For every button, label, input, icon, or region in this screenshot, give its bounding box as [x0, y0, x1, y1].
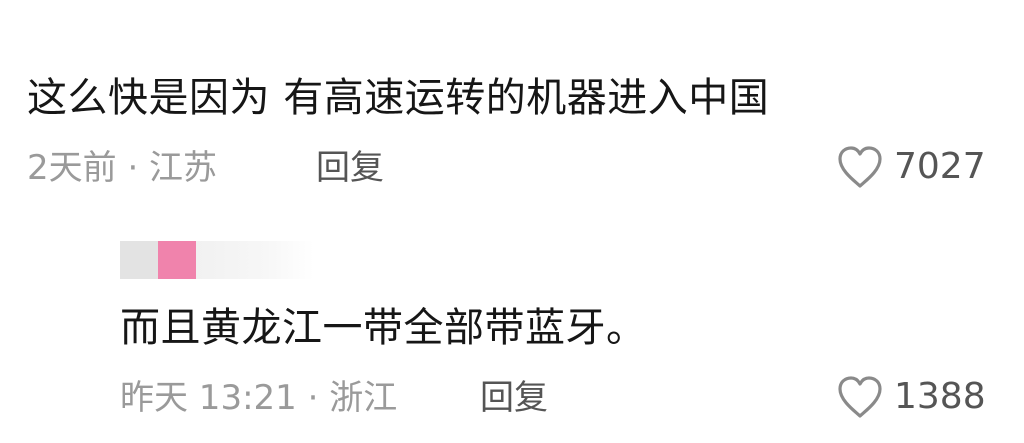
- like-button[interactable]: 7027: [836, 143, 986, 191]
- like-button[interactable]: 1388: [836, 373, 986, 421]
- avatar[interactable]: [120, 241, 158, 279]
- reply-button[interactable]: 回复: [316, 148, 384, 188]
- avatar-accent: [158, 241, 196, 279]
- comment-text: 而且黄龙江一带全部带蓝牙。: [120, 305, 647, 351]
- comment-meta: 昨天 13:21 · 浙江: [120, 378, 398, 418]
- comment-meta: 2天前 · 江苏: [27, 148, 218, 188]
- like-count: 1388: [894, 376, 986, 417]
- user-info: [120, 241, 314, 279]
- heart-outline-icon: [836, 144, 884, 190]
- like-count: 7027: [894, 146, 986, 187]
- heart-outline-icon: [836, 374, 884, 420]
- username-obscured: [196, 241, 314, 279]
- reply-button[interactable]: 回复: [480, 378, 548, 418]
- comment-text: 这么快是因为 有高速运转的机器进入中国: [27, 75, 770, 121]
